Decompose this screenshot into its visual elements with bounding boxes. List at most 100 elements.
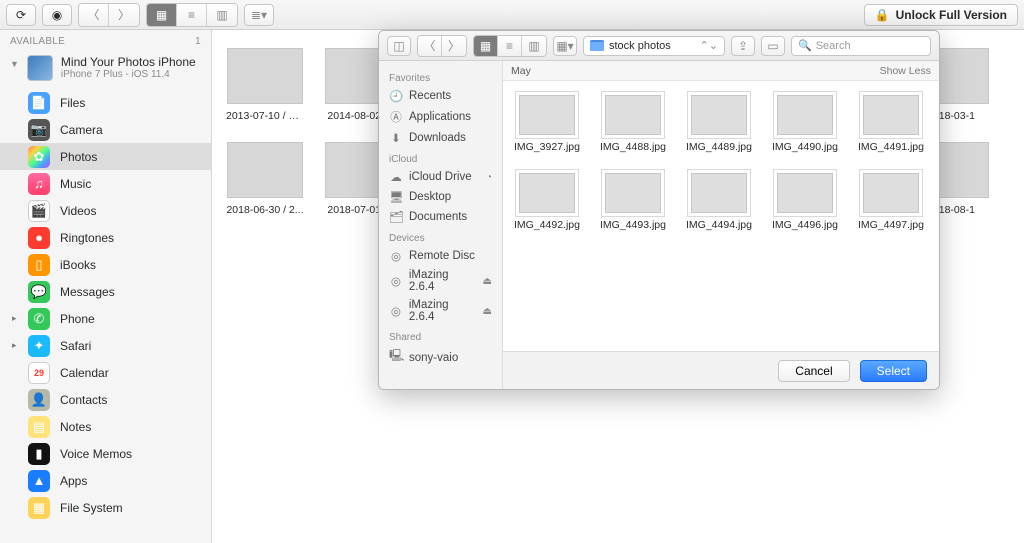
sb-desktop[interactable]: 🖥Desktop [379, 187, 502, 207]
clock-icon: 🕘 [389, 89, 403, 103]
sidebar-item-voice-memos[interactable]: ▮Voice Memos [0, 440, 211, 467]
unlock-button[interactable]: 🔒 Unlock Full Version [864, 4, 1018, 26]
sidebar-count: 1 [195, 36, 201, 47]
file-label: IMG_4494.jpg [683, 219, 755, 231]
file-item[interactable]: IMG_4497.jpg [855, 173, 927, 231]
quicklook-button[interactable]: ◉ [42, 4, 72, 26]
sb-imazing1[interactable]: ◎iMazing 2.6.4⏏ [379, 266, 502, 296]
file-label: IMG_4491.jpg [855, 141, 927, 153]
sb-documents[interactable]: 🗂Documents [379, 207, 502, 227]
disclosure-triangle-icon[interactable]: ▸ [12, 313, 17, 324]
sb-imazing2[interactable]: ◎iMazing 2.6.4⏏ [379, 296, 502, 326]
file-item[interactable]: IMG_4492.jpg [511, 173, 583, 231]
grid-icon: ▦ [156, 8, 167, 22]
sidebar-toggle-button[interactable]: ◫ [387, 36, 411, 56]
file-item[interactable]: IMG_4490.jpg [769, 95, 841, 153]
back-button[interactable]: 〈 [79, 4, 109, 26]
sort-button[interactable]: ≣▾ [244, 4, 274, 26]
file-item[interactable]: IMG_4496.jpg [769, 173, 841, 231]
show-less-link[interactable]: Show Less [880, 65, 931, 77]
share-button[interactable]: ⇪ [731, 36, 755, 56]
dialog-forward-button[interactable]: 〉 [442, 36, 466, 56]
dialog-sidebar: Favorites 🕘Recents ⒶApplications ⬇Downlo… [379, 61, 503, 389]
album-item[interactable]: 2018-06-30 / 2... [226, 142, 304, 216]
list-icon: ≡ [506, 39, 513, 53]
sidebar-item-safari[interactable]: ▸✦Safari [0, 332, 211, 359]
sb-sony[interactable]: 🖳sony-vaio [379, 345, 502, 370]
tag-icon: ▭ [767, 39, 778, 53]
dialog-view-icon[interactable]: ▦ [474, 36, 498, 56]
file-item[interactable]: IMG_4491.jpg [855, 95, 927, 153]
sb-applications[interactable]: ⒶApplications [379, 106, 502, 128]
disclosure-triangle-icon[interactable]: ▼ [10, 55, 19, 69]
forward-button[interactable]: 〉 [109, 4, 139, 26]
view-list-button[interactable]: ≡ [177, 4, 207, 26]
sidebar-item-calendar[interactable]: 29Calendar [0, 359, 211, 386]
dialog-toolbar: ◫ 〈 〉 ▦ ≡ ▥ ▦▾ stock photos ⌃⌄ ⇪ ▭ 🔍 Sea… [379, 31, 939, 61]
app-toolbar: ⟳ ◉ 〈 〉 ▦ ≡ ▥ ≣▾ 🔒 Unlock Full Version [0, 0, 1024, 30]
view-icon-button[interactable]: ▦ [147, 4, 177, 26]
messages-icon: 💬 [28, 281, 50, 303]
sb-icloud[interactable]: ☁iCloud Drive◔ [379, 167, 502, 187]
sidebar-item-contacts[interactable]: 👤Contacts [0, 386, 211, 413]
sidebar-item-videos[interactable]: 🎬Videos [0, 197, 211, 224]
sidebar-item-ringtones[interactable]: ●Ringtones [0, 224, 211, 251]
file-item[interactable]: IMG_4488.jpg [597, 95, 669, 153]
file-thumb [863, 95, 919, 135]
folder-select[interactable]: stock photos ⌃⌄ [583, 36, 725, 56]
sb-recents[interactable]: 🕘Recents [379, 86, 502, 106]
ringtones-icon: ● [28, 227, 50, 249]
ibooks-icon: ▯ [28, 254, 50, 276]
tag-button[interactable]: ▭ [761, 36, 785, 56]
notes-icon: ▤ [28, 416, 50, 438]
sidebar-item-music[interactable]: ♫Music [0, 170, 211, 197]
disc-icon: ◎ [389, 304, 403, 318]
sb-downloads[interactable]: ⬇Downloads [379, 128, 502, 148]
dialog-view-list[interactable]: ≡ [498, 36, 522, 56]
sb-remote-disc[interactable]: ◎Remote Disc [379, 246, 502, 266]
search-field[interactable]: 🔍 Search [791, 36, 931, 56]
dialog-view-col[interactable]: ▥ [522, 36, 546, 56]
download-icon: ⬇ [389, 131, 403, 145]
computer-icon: 🖳 [389, 348, 403, 367]
disclosure-triangle-icon[interactable]: ▸ [12, 340, 17, 351]
album-item[interactable]: 2013-07-10 / 20... [226, 48, 304, 122]
sidebar-item-label: File System [60, 501, 123, 515]
eject-icon[interactable]: ⏏ [483, 306, 492, 317]
device-row[interactable]: ▼ Mind Your Photos iPhone iPhone 7 Plus … [0, 51, 211, 89]
group-icon: ▦▾ [556, 39, 573, 53]
device-sidebar: AVAILABLE 1 ▼ Mind Your Photos iPhone iP… [0, 30, 212, 543]
eject-icon[interactable]: ⏏ [483, 276, 492, 287]
sidebar-item-label: Photos [60, 150, 97, 164]
sidebar-item-ibooks[interactable]: ▯iBooks [0, 251, 211, 278]
file-item[interactable]: IMG_3927.jpg [511, 95, 583, 153]
a-icon: Ⓐ [389, 109, 403, 125]
group-favorites: Favorites [379, 67, 502, 86]
sidebar-item-phone[interactable]: ▸✆Phone [0, 305, 211, 332]
file-label: IMG_4493.jpg [597, 219, 669, 231]
file-item[interactable]: IMG_4494.jpg [683, 173, 755, 231]
desktop-icon: 🖥 [389, 190, 403, 204]
sidebar-item-label: Notes [60, 420, 91, 434]
files-icon: 📄 [28, 92, 50, 114]
refresh-button[interactable]: ⟳ [6, 4, 36, 26]
file-item[interactable]: IMG_4493.jpg [597, 173, 669, 231]
cancel-button[interactable]: Cancel [778, 360, 849, 382]
file-item[interactable]: IMG_4489.jpg [683, 95, 755, 153]
view-column-button[interactable]: ▥ [207, 4, 237, 26]
file-label: IMG_4488.jpg [597, 141, 669, 153]
sidebar-item-messages[interactable]: 💬Messages [0, 278, 211, 305]
sidebar-item-label: Music [60, 177, 91, 191]
dialog-back-button[interactable]: 〈 [418, 36, 442, 56]
sidebar-item-files[interactable]: 📄Files [0, 89, 211, 116]
dialog-group-button[interactable]: ▦▾ [553, 36, 577, 56]
sidebar-item-notes[interactable]: ▤ Notes [0, 413, 211, 440]
sidebar-item-photos[interactable]: ✿Photos [0, 143, 211, 170]
sidebar-item-apps[interactable]: ▲Apps [0, 467, 211, 494]
select-button[interactable]: Select [860, 360, 927, 382]
sidebar-item-camera[interactable]: 📷Camera [0, 116, 211, 143]
sidebar-item-label: Contacts [60, 393, 107, 407]
sidebar-item-file-system[interactable]: ▦File System [0, 494, 211, 521]
grid-icon: ▦ [480, 39, 491, 53]
phone-icon: ✆ [28, 308, 50, 330]
